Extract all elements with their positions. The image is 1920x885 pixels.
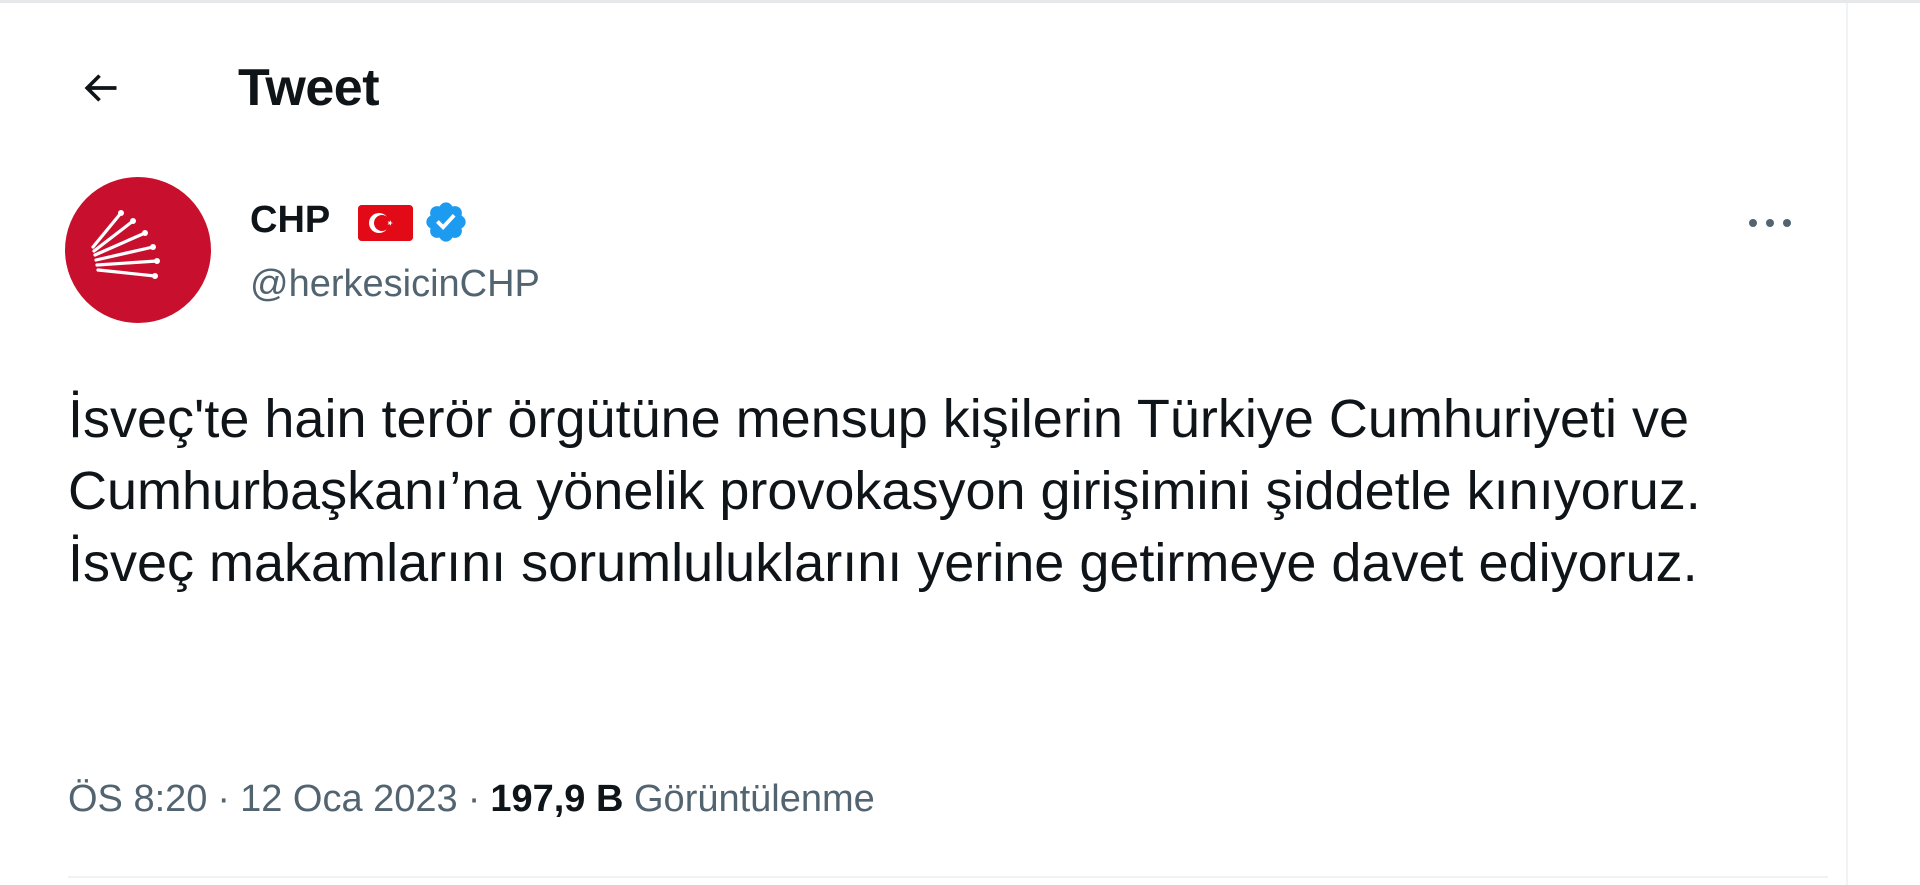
tweet-column: Tweet CHP @herkesicinCHP İsveç'te hain t…: [20, 3, 1848, 885]
meta-separator: ·: [467, 778, 481, 820]
page-title: Tweet: [238, 59, 380, 117]
turkey-flag-icon: [358, 205, 413, 241]
arrow-left-icon: [84, 74, 117, 102]
right-pane: [1848, 3, 1920, 885]
avatar[interactable]: [65, 177, 211, 323]
views-label: Görüntülenme: [634, 778, 875, 820]
tweet-time[interactable]: ÖS 8:20: [68, 778, 207, 820]
meta-separator: ·: [217, 778, 231, 820]
author-handle[interactable]: @herkesicinCHP: [250, 261, 540, 307]
back-button[interactable]: [70, 58, 130, 118]
more-options-button[interactable]: [1740, 198, 1800, 248]
divider: [68, 876, 1828, 878]
page: Tweet CHP @herkesicinCHP İsveç'te hain t…: [0, 0, 1920, 885]
ellipsis-icon: [1749, 219, 1791, 227]
six-arrows-logo: [91, 210, 160, 279]
author-name[interactable]: CHP: [250, 197, 330, 243]
tweet-header: Tweet: [20, 3, 1846, 173]
tweet-text: İsveç'te hain terör örgütüne mensup kişi…: [68, 389, 1701, 593]
views-count: 197,9 B: [490, 778, 624, 820]
verified-badge-icon[interactable]: [423, 199, 469, 245]
tweet-meta: ÖS 8:20 · 12 Oca 2023 · 197,9 B Görüntülenme: [68, 775, 875, 823]
tweet-date[interactable]: 12 Oca 2023: [240, 778, 458, 820]
